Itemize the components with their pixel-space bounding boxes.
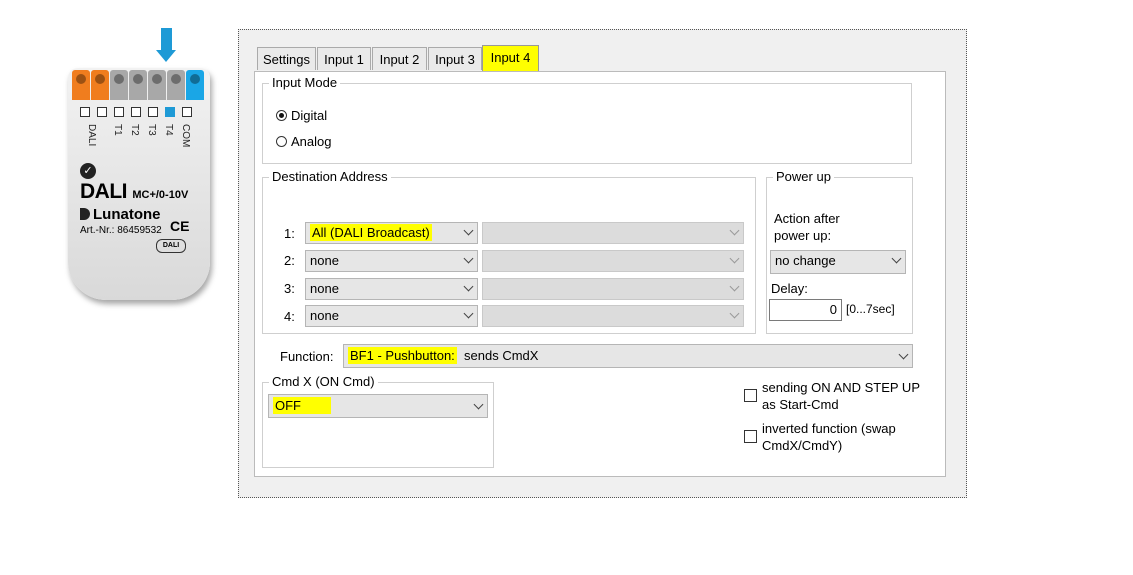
chevron-down-icon bbox=[729, 308, 740, 319]
destination-3-select[interactable]: none bbox=[305, 278, 478, 300]
chevron-down-icon bbox=[463, 308, 474, 319]
destination-3-secondary-select bbox=[482, 278, 744, 300]
destination-1-select[interactable]: All (DALI Broadcast) bbox=[305, 222, 478, 244]
chevron-down-icon bbox=[463, 225, 474, 236]
radio-analog[interactable]: Analog bbox=[276, 132, 331, 150]
destination-4-select[interactable]: none bbox=[305, 305, 478, 327]
function-select[interactable]: BF1 - Pushbutton: sends CmdX bbox=[343, 344, 913, 368]
terminal-com bbox=[186, 70, 204, 100]
destination-index-1: 1: bbox=[284, 226, 295, 241]
destination-4-secondary-select bbox=[482, 305, 744, 327]
radio-analog-indicator[interactable] bbox=[276, 135, 287, 147]
chevron-down-icon bbox=[473, 399, 484, 410]
terminal-dali-1 bbox=[72, 70, 90, 100]
destination-1-value: All (DALI Broadcast) bbox=[310, 224, 432, 241]
terminal-label-dali: DALI bbox=[86, 124, 97, 147]
tab-input-4[interactable]: Input 4 bbox=[482, 45, 539, 71]
product-name: DALI MC+/0-10V bbox=[80, 180, 189, 203]
start-cmd-label-line2: as Start-Cmd bbox=[762, 397, 839, 412]
input-mode-title: Input Mode bbox=[269, 75, 341, 90]
release-box-highlighted bbox=[165, 107, 175, 117]
destination-4-value: none bbox=[310, 308, 339, 323]
power-up-action-select[interactable]: no change bbox=[770, 250, 906, 274]
chevron-down-icon bbox=[463, 281, 474, 292]
release-box bbox=[80, 107, 90, 117]
terminal-t2 bbox=[129, 70, 147, 100]
input-mode-group: Input Mode bbox=[262, 75, 912, 164]
chevron-down-icon bbox=[891, 253, 902, 264]
destination-index-4: 4: bbox=[284, 309, 295, 324]
tab-input-1[interactable]: Input 1 bbox=[317, 47, 371, 70]
delay-range-label: [0...7sec] bbox=[846, 302, 895, 316]
cmdx-value: OFF bbox=[273, 397, 331, 414]
terminal-t3 bbox=[148, 70, 166, 100]
brand-logo: Lunatone bbox=[80, 206, 161, 223]
release-box bbox=[182, 107, 192, 117]
chevron-down-icon bbox=[729, 225, 740, 236]
cmdx-select[interactable]: OFF bbox=[268, 394, 488, 418]
terminal-block bbox=[72, 70, 206, 102]
destination-1-secondary-select bbox=[482, 222, 744, 244]
terminal-release-boxes bbox=[80, 107, 210, 121]
device-image: DALI T1 T2 T3 T4 COM ✓ DALI MC+/0-10V Lu… bbox=[68, 28, 218, 300]
radio-analog-label: Analog bbox=[291, 133, 332, 149]
cmdx-title: Cmd X (ON Cmd) bbox=[269, 374, 378, 389]
terminal-t4 bbox=[167, 70, 185, 100]
release-box bbox=[131, 107, 141, 117]
destination-index-2: 2: bbox=[284, 253, 295, 268]
chevron-down-icon bbox=[729, 281, 740, 292]
power-up-title: Power up bbox=[773, 169, 834, 184]
start-cmd-checkbox[interactable] bbox=[744, 389, 757, 402]
destination-2-select[interactable]: none bbox=[305, 250, 478, 272]
inverted-function-label-line1: inverted function (swap bbox=[762, 421, 896, 436]
article-number: Art.-Nr.: 86459532 bbox=[80, 225, 162, 236]
checkmark-icon: ✓ bbox=[80, 163, 96, 179]
dali-logo: DALI bbox=[156, 239, 186, 253]
terminal-label-t2: T2 bbox=[129, 124, 140, 136]
terminal-label-com: COM bbox=[180, 124, 191, 148]
destination-index-3: 3: bbox=[284, 281, 295, 296]
action-after-label-line2: power up: bbox=[774, 228, 832, 243]
tab-settings[interactable]: Settings bbox=[257, 47, 316, 70]
destination-address-title: Destination Address bbox=[269, 169, 391, 184]
chevron-down-icon bbox=[729, 253, 740, 264]
release-box bbox=[114, 107, 124, 117]
function-value-rest: sends CmdX bbox=[464, 348, 539, 363]
destination-3-value: none bbox=[310, 281, 339, 296]
product-variant: MC+/0-10V bbox=[132, 189, 189, 201]
terminal-t1 bbox=[110, 70, 128, 100]
terminal-label-t4: T4 bbox=[163, 124, 174, 136]
action-after-label-line1: Action after bbox=[774, 211, 840, 226]
delay-input[interactable]: 0 bbox=[769, 299, 842, 321]
inverted-function-checkbox[interactable] bbox=[744, 430, 757, 443]
release-box bbox=[148, 107, 158, 117]
function-label: Function: bbox=[280, 349, 334, 364]
terminal-label-t3: T3 bbox=[146, 124, 157, 136]
chevron-down-icon bbox=[898, 349, 909, 360]
tab-input-2[interactable]: Input 2 bbox=[372, 47, 427, 70]
radio-digital-indicator[interactable] bbox=[276, 109, 287, 121]
destination-2-secondary-select bbox=[482, 250, 744, 272]
function-value-highlighted: BF1 - Pushbutton: bbox=[348, 347, 457, 364]
destination-2-value: none bbox=[310, 253, 339, 268]
terminal-label-t1: T1 bbox=[112, 124, 123, 136]
delay-label: Delay: bbox=[771, 281, 808, 296]
radio-digital[interactable]: Digital bbox=[276, 106, 327, 124]
power-up-action-value: no change bbox=[775, 253, 836, 268]
radio-digital-label: Digital bbox=[291, 107, 328, 123]
release-box bbox=[97, 107, 107, 117]
ce-mark: CE bbox=[170, 218, 190, 234]
start-cmd-label-line1: sending ON AND STEP UP bbox=[762, 380, 920, 395]
chevron-down-icon bbox=[463, 253, 474, 264]
terminal-dali-2 bbox=[91, 70, 109, 100]
inverted-function-label-line2: CmdX/CmdY) bbox=[762, 438, 843, 453]
tab-input-3[interactable]: Input 3 bbox=[428, 47, 482, 70]
